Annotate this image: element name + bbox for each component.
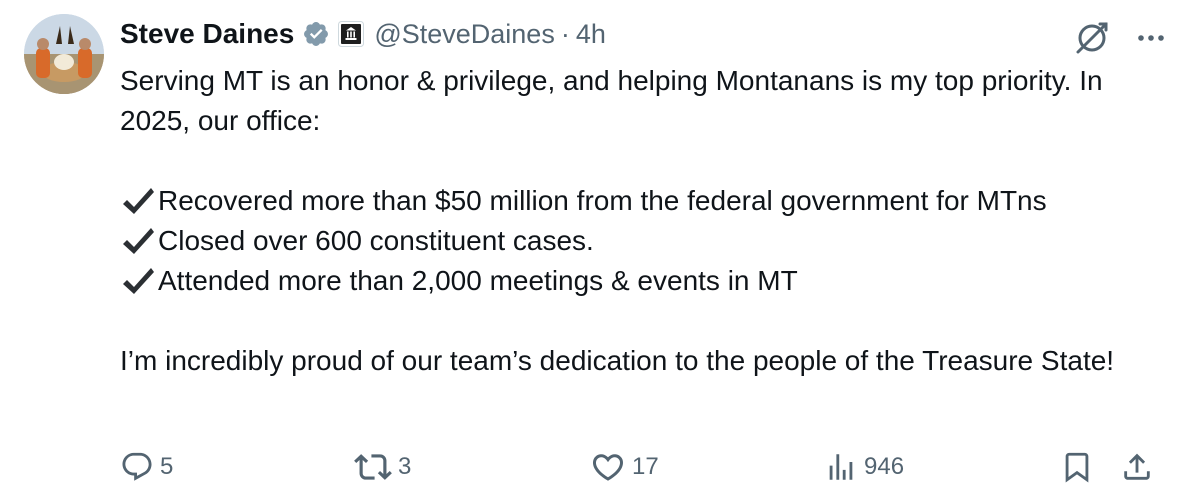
views-button[interactable]: 946 (824, 445, 904, 489)
more-icon[interactable] (1134, 21, 1168, 55)
verified-badge-icon[interactable] (302, 20, 330, 48)
bullet-line: Attended more than 2,000 meetings & even… (120, 261, 1170, 301)
post-closing: I’m incredibly proud of our team’s dedic… (120, 345, 1115, 376)
post-text: Serving MT is an honor & privilege, and … (120, 61, 1170, 381)
author-handle[interactable]: @SteveDaines (374, 19, 555, 50)
post-header: Steve Daines @SteveDaines · 4h (120, 14, 606, 54)
reply-icon (122, 452, 152, 481)
bullet-line: Closed over 600 constituent cases. (120, 221, 1170, 261)
check-mark-icon (123, 228, 154, 254)
reply-button[interactable]: 5 (120, 445, 173, 489)
reply-count: 5 (160, 453, 174, 480)
check-mark-icon (123, 268, 154, 294)
avatar[interactable] (24, 14, 104, 94)
post-action-bar: 5 3 17 946 (120, 445, 1155, 489)
share-icon (1124, 453, 1150, 480)
bullet-line: Recovered more than $50 million from the… (120, 181, 1170, 221)
bullet-text: Attended more than 2,000 meetings & even… (158, 265, 798, 296)
like-button[interactable]: 17 (590, 445, 659, 489)
post-timestamp[interactable]: 4h (576, 19, 606, 50)
avatar-photo-icon (24, 14, 104, 94)
separator-dot: · (560, 18, 570, 49)
grok-icon[interactable] (1072, 18, 1112, 58)
repost-button[interactable]: 3 (354, 445, 411, 489)
post-intro: Serving MT is an honor & privilege, and … (120, 65, 1103, 136)
views-count: 946 (864, 453, 905, 480)
like-count: 17 (632, 453, 659, 480)
bookmark-button[interactable] (1060, 445, 1094, 489)
government-building-icon[interactable] (338, 21, 365, 47)
share-button[interactable] (1120, 445, 1154, 489)
check-mark-icon (123, 188, 154, 214)
bullet-text: Closed over 600 constituent cases. (158, 225, 594, 256)
repost-icon (354, 454, 392, 480)
post-top-actions (1072, 18, 1168, 58)
repost-count: 3 (398, 453, 412, 480)
views-chart-icon (829, 454, 853, 480)
bullet-text: Recovered more than $50 million from the… (158, 185, 1047, 216)
heart-icon (592, 454, 624, 481)
author-name[interactable]: Steve Daines (120, 18, 294, 50)
bookmark-icon (1065, 452, 1089, 483)
